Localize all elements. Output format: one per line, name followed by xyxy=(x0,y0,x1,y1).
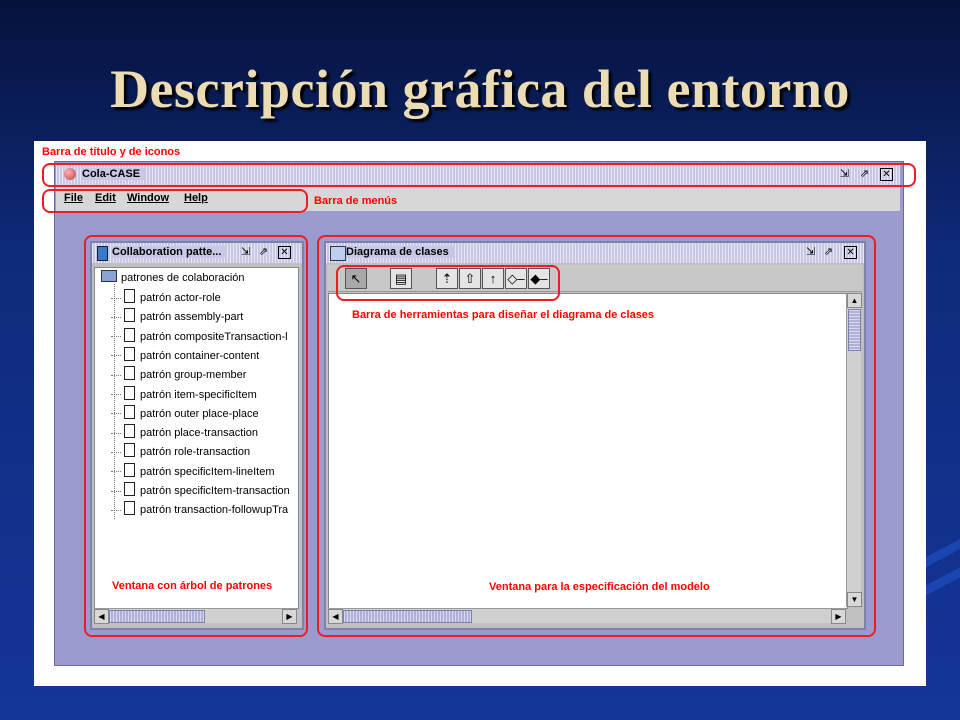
highlight-titlebar xyxy=(42,163,916,187)
highlight-menubar xyxy=(42,189,308,213)
annotation-menubar: Barra de menús xyxy=(314,195,398,207)
annotation-titlebar: Barra de título y de iconos xyxy=(42,146,181,158)
screenshot-panel: Barra de título y de iconos Cola-CASE ⇲ … xyxy=(34,141,926,686)
highlight-toolbar xyxy=(336,265,560,301)
highlight-tree-window xyxy=(84,235,308,637)
decorative-stripe xyxy=(920,567,960,599)
slide-title: Descripción gráfica del entorno xyxy=(110,59,850,119)
